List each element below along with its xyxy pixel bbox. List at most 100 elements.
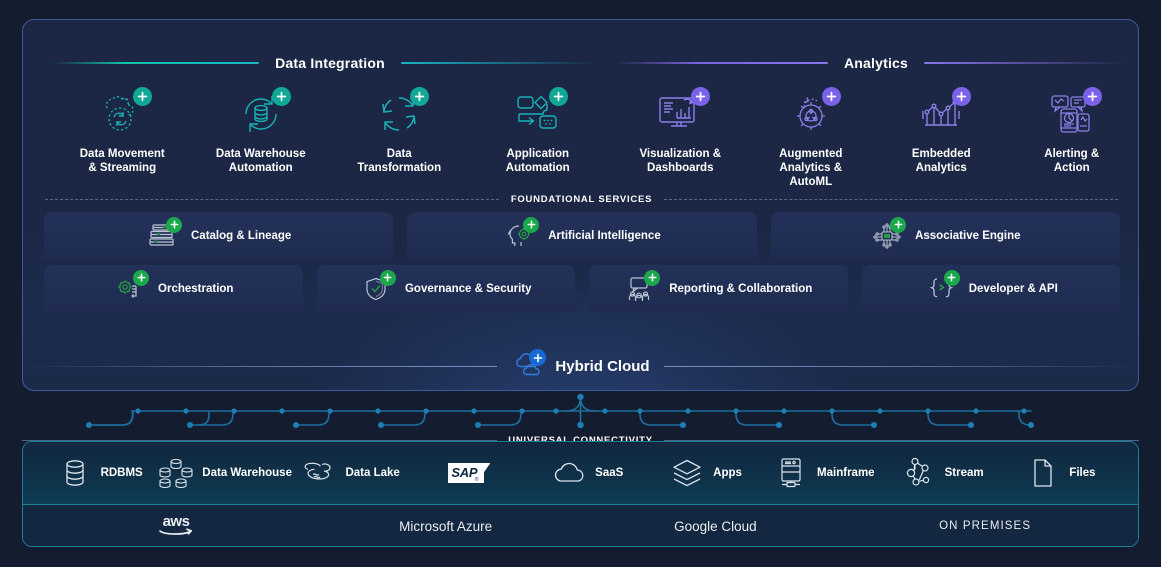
- capability-label: Data Movement & Streaming: [79, 148, 165, 174]
- capability-row-data-integration: Data Movement & Streaming Data Warehouse…: [53, 87, 608, 175]
- augmented-analytics-automl-icon: [785, 87, 841, 138]
- capability-visualization-dashboards[interactable]: Visualization & Dashboards: [615, 87, 746, 189]
- capability-data-movement-streaming[interactable]: Data Movement & Streaming: [53, 87, 192, 175]
- foundational-card-label: Artificial Intelligence: [548, 229, 661, 242]
- data-warehouse-automation-icon: [235, 87, 291, 138]
- capability-application-automation[interactable]: Application Automation: [469, 87, 608, 175]
- source-label: Stream: [944, 467, 984, 479]
- sources-panel: RDBMS Data Warehouse Data Lake SAP ® Saa…: [22, 441, 1139, 547]
- source-label: Apps: [713, 467, 742, 479]
- source-label: Mainframe: [817, 467, 875, 479]
- svg-text:aws: aws: [162, 513, 189, 530]
- associative-engine-icon: [870, 216, 907, 252]
- capability-data-warehouse-automation[interactable]: Data Warehouse Automation: [192, 87, 331, 175]
- foundational-services-title: FOUNDATIONAL SERVICES: [510, 193, 653, 205]
- capability-label: Data Warehouse Automation: [215, 148, 306, 174]
- platform-azure[interactable]: Microsoft Azure: [311, 519, 581, 534]
- source-data-warehouse[interactable]: Data Warehouse: [159, 456, 292, 490]
- foundational-card-label: Developer & API: [968, 282, 1058, 295]
- foundational-card-governance-security[interactable]: Governance & Security: [316, 265, 575, 312]
- sap-registered-mark: ®: [474, 477, 479, 483]
- mainframe-icon: [774, 456, 808, 490]
- section-title-analytics: Analytics: [843, 55, 909, 71]
- data-warehouse-stack-icon: [159, 456, 193, 490]
- file-document-icon: [1026, 456, 1060, 490]
- embedded-analytics-icon: [915, 87, 972, 138]
- source-stream[interactable]: Stream: [883, 456, 1001, 490]
- capability-embedded-analytics[interactable]: Embedded Analytics: [876, 87, 1007, 189]
- sap-logo-text: SAP: [451, 465, 478, 480]
- sap-logo-icon: SAP ®: [446, 456, 492, 490]
- hybrid-cloud-item[interactable]: Hybrid Cloud: [497, 349, 663, 381]
- governance-security-icon: [360, 269, 396, 305]
- plus-icon: [821, 87, 841, 106]
- plus-icon: [523, 216, 540, 233]
- capability-data-transformation[interactable]: Data Transformation: [330, 87, 469, 175]
- foundational-services-divider: FOUNDATIONAL SERVICES: [45, 191, 1118, 207]
- foundational-card-associative-engine[interactable]: Associative Engine: [770, 212, 1120, 259]
- platform-on-premises[interactable]: ON PREMISES: [850, 520, 1120, 532]
- catalog-lineage-icon: [146, 216, 182, 252]
- source-rdbms[interactable]: RDBMS: [41, 456, 159, 490]
- sources-row: RDBMS Data Warehouse Data Lake SAP ® Saa…: [23, 442, 1138, 504]
- capability-label: Application Automation: [505, 148, 570, 174]
- database-cylinder-icon: [58, 456, 92, 490]
- section-header-data-integration: Data Integration: [53, 53, 608, 73]
- plus-icon: [691, 87, 711, 106]
- foundational-card-artificial-intelligence[interactable]: Artificial Intelligence: [407, 212, 757, 259]
- section-title-data-integration: Data Integration: [275, 55, 385, 71]
- platform-architecture-diagram: Data Integration Analytics Data Movement…: [0, 0, 1161, 567]
- data-transformation-icon: [373, 87, 430, 138]
- foundational-card-label: Associative Engine: [915, 229, 1021, 242]
- google-cloud-logo-text: Google Cloud: [674, 518, 757, 534]
- hybrid-cloud-band: Hybrid Cloud: [23, 340, 1138, 390]
- section-rule-left: [615, 62, 828, 64]
- foundational-card-developer-api[interactable]: Developer & API: [861, 265, 1120, 312]
- capability-row-analytics: Visualization & Dashboards Augmented Ana…: [615, 87, 1138, 189]
- foundational-card-label: Governance & Security: [404, 282, 532, 295]
- plus-icon: [133, 269, 150, 286]
- divider-dash-right: [664, 198, 1118, 200]
- platform-aws[interactable]: aws: [41, 513, 311, 539]
- source-sap[interactable]: SAP ®: [410, 456, 528, 490]
- on-premises-label: ON PREMISES: [939, 520, 1032, 532]
- stream-nodes-icon: [902, 456, 936, 490]
- foundational-card-orchestration[interactable]: Orchestration: [44, 265, 303, 312]
- section-header-analytics: Analytics: [615, 53, 1137, 73]
- source-apps[interactable]: Apps: [647, 456, 765, 490]
- source-label: SaaS: [595, 467, 624, 479]
- foundational-row-2: Orchestration Governance & Security Repo…: [44, 265, 1120, 312]
- source-files[interactable]: Files: [1002, 456, 1120, 490]
- capability-alerting-action[interactable]: Alerting & Action: [1007, 87, 1138, 189]
- foundational-card-catalog-lineage[interactable]: Catalog & Lineage: [44, 212, 394, 259]
- foundational-row-1: Catalog & Lineage Artificial Intelligenc…: [44, 212, 1120, 259]
- foundational-card-reporting-collaboration[interactable]: Reporting & Collaboration: [589, 265, 848, 312]
- orchestration-icon: [113, 269, 150, 305]
- hybrid-rule-right: [663, 365, 1138, 367]
- layers-icon: [670, 456, 704, 490]
- foundational-card-label: Orchestration: [158, 282, 234, 295]
- source-label: Data Warehouse: [202, 467, 292, 479]
- platform-google-cloud[interactable]: Google Cloud: [581, 519, 851, 534]
- source-data-lake[interactable]: Data Lake: [292, 456, 410, 490]
- source-saas[interactable]: SaaS: [529, 456, 647, 490]
- plus-icon: [952, 87, 972, 106]
- plus-icon: [133, 87, 153, 106]
- source-label: Data Lake: [345, 467, 400, 479]
- plus-icon: [529, 349, 547, 366]
- plus-icon: [890, 216, 907, 233]
- foundational-card-label: Reporting & Collaboration: [669, 282, 813, 295]
- hybrid-rule-left: [23, 365, 498, 367]
- foundational-services-grid: Catalog & Lineage Artificial Intelligenc…: [44, 212, 1120, 312]
- capability-augmented-analytics-automl[interactable]: Augmented Analytics & AutoML: [746, 87, 877, 189]
- source-mainframe[interactable]: Mainframe: [765, 456, 883, 490]
- plus-icon: [166, 216, 182, 233]
- application-automation-icon: [512, 87, 568, 138]
- source-label: RDBMS: [100, 467, 143, 479]
- plus-icon: [271, 87, 291, 106]
- divider-dash-left: [45, 198, 499, 200]
- cloud-platforms-row: aws Microsoft Azure Google Cloud ON PREM…: [23, 505, 1138, 546]
- hybrid-cloud-label: Hybrid Cloud: [555, 357, 650, 375]
- capability-label: Augmented Analytics & AutoML: [779, 148, 843, 188]
- artificial-intelligence-icon: [503, 216, 540, 252]
